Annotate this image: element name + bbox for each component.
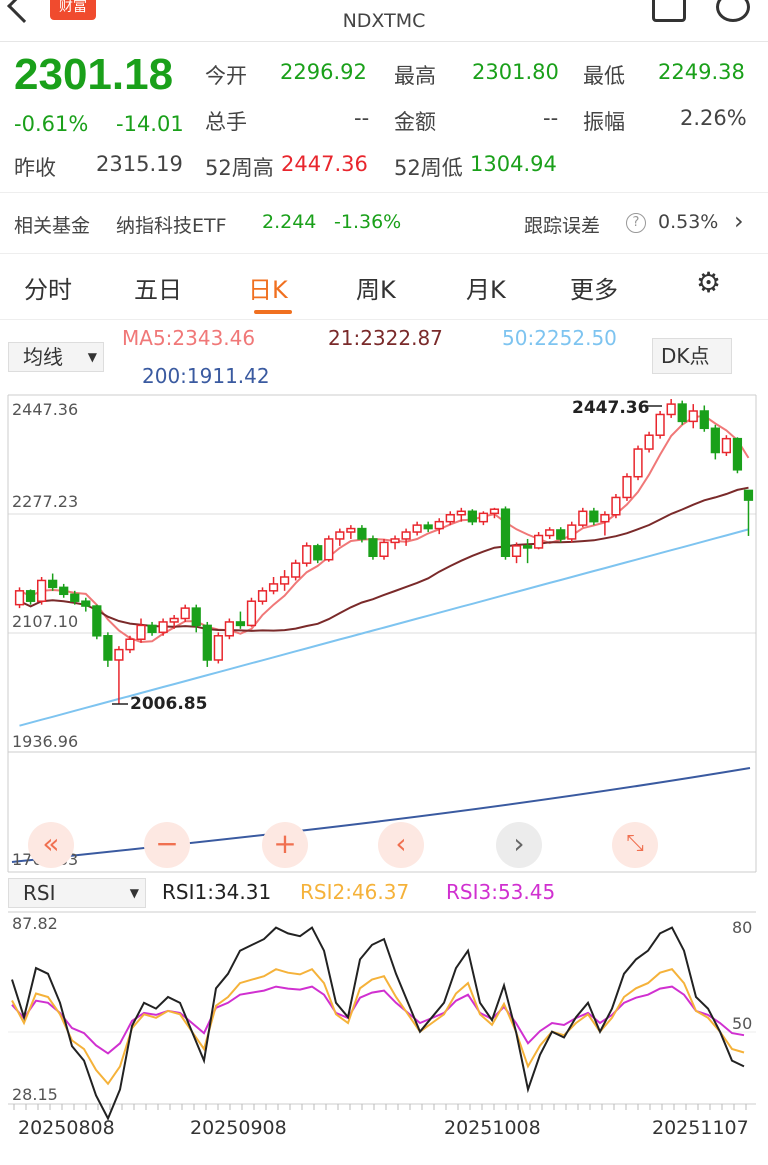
max-price-annotation: 2447.36 [572, 398, 650, 418]
candle-body [688, 410, 698, 423]
candle-body [257, 590, 268, 602]
candle-body [511, 545, 522, 557]
axis-top-label: 2447.36 [12, 400, 79, 419]
candle-body [522, 545, 533, 549]
candle-body [136, 624, 146, 640]
candle-body [279, 576, 290, 585]
zoom-plus-icon[interactable]: + [262, 822, 308, 868]
candle-body [346, 527, 356, 533]
candle-body [423, 524, 433, 530]
candle-body [567, 524, 577, 540]
candle-body [545, 529, 555, 537]
candle-body [235, 621, 246, 627]
candle-body [666, 403, 676, 416]
candle-body [147, 624, 157, 634]
candle-body [379, 541, 389, 557]
rsi1-label: RSI1:34.31 [162, 880, 272, 904]
rsi-bottom-label: 28.15 [12, 1085, 58, 1104]
scroll-right-icon[interactable]: › [496, 822, 542, 868]
dropdown-icon: ▼ [129, 886, 139, 900]
candle-body [59, 586, 69, 596]
date-label-1: 20250808 [18, 1117, 115, 1139]
candle-body [213, 635, 223, 661]
zoom-minus-icon[interactable]: − [144, 822, 190, 868]
kline-chart[interactable] [0, 0, 768, 1165]
candle-body [14, 590, 25, 606]
candle-body [445, 513, 455, 523]
candle-body [48, 579, 58, 589]
candle-body [699, 410, 709, 430]
candle-body [291, 562, 301, 578]
candle-body [578, 510, 588, 526]
candle-body [368, 538, 378, 557]
date-label-4: 20251107 [652, 1117, 749, 1139]
candle-body [390, 538, 400, 544]
candle-body [324, 538, 334, 561]
candle-body [268, 583, 279, 592]
candle-body [500, 508, 511, 557]
candle-body [611, 496, 621, 516]
candle-body [25, 590, 36, 602]
candle-body [169, 617, 179, 623]
candle-body [434, 520, 444, 530]
zoom-out-all-icon[interactable]: « [28, 822, 74, 868]
candle-body [710, 427, 720, 454]
candle-body [191, 607, 201, 627]
candle-body [92, 605, 102, 637]
candle-body [644, 434, 654, 450]
rsi2-line [11, 967, 745, 1086]
axis-mid-label: 2277.23 [12, 492, 79, 511]
candle-body [302, 545, 312, 564]
candle-body [224, 621, 234, 637]
candle-body [743, 489, 754, 501]
candle-body [589, 510, 599, 523]
min-price-annotation: 2006.85 [130, 694, 208, 714]
candle-body [114, 648, 124, 661]
candle-body [103, 635, 113, 661]
axis-bottom-label: 1936.96 [12, 732, 79, 751]
rsi-selector[interactable]: RSI ▼ [8, 878, 146, 908]
candle-body [721, 437, 732, 454]
candle-body [335, 531, 345, 540]
rsi1-line [11, 926, 745, 1121]
candle-body [478, 512, 489, 523]
candle-body [202, 624, 212, 661]
candle-body [401, 531, 411, 540]
candle-body [622, 475, 632, 499]
rsi-50-label: 50 [732, 1014, 753, 1033]
candle-body [81, 600, 91, 607]
candle-body [36, 579, 47, 602]
axis-lowmid-label: 2107.10 [12, 612, 79, 631]
candle-body [125, 638, 135, 651]
candle-body [456, 510, 466, 516]
candle-body [655, 413, 665, 436]
rsi3-label: RSI3:53.45 [446, 880, 556, 904]
scroll-left-icon[interactable]: ‹ [378, 822, 424, 868]
candle-body [467, 510, 477, 523]
candle-body [534, 534, 544, 549]
candle-body [357, 527, 367, 540]
candle-body [600, 513, 610, 523]
candle-body [732, 437, 743, 471]
rsi-80-label: 80 [732, 918, 753, 937]
candle-body [489, 508, 500, 515]
date-label-2: 20250908 [190, 1117, 287, 1139]
fullscreen-icon[interactable]: ⤡ [612, 822, 658, 868]
candle-body [180, 607, 190, 620]
rsi-top-label: 87.82 [12, 914, 58, 933]
candle-body [70, 593, 80, 602]
candle-body [412, 524, 422, 533]
candle-body [158, 621, 168, 634]
date-label-3: 20251008 [444, 1117, 541, 1139]
candle-body [556, 529, 566, 540]
rsi3-line [11, 985, 745, 1055]
candle-body [313, 545, 323, 561]
rsi-selector-label: RSI [23, 881, 56, 905]
candle-body [633, 448, 643, 478]
rsi2-label: RSI2:46.37 [300, 880, 410, 904]
candle-body [677, 403, 687, 423]
candle-body [246, 600, 257, 627]
